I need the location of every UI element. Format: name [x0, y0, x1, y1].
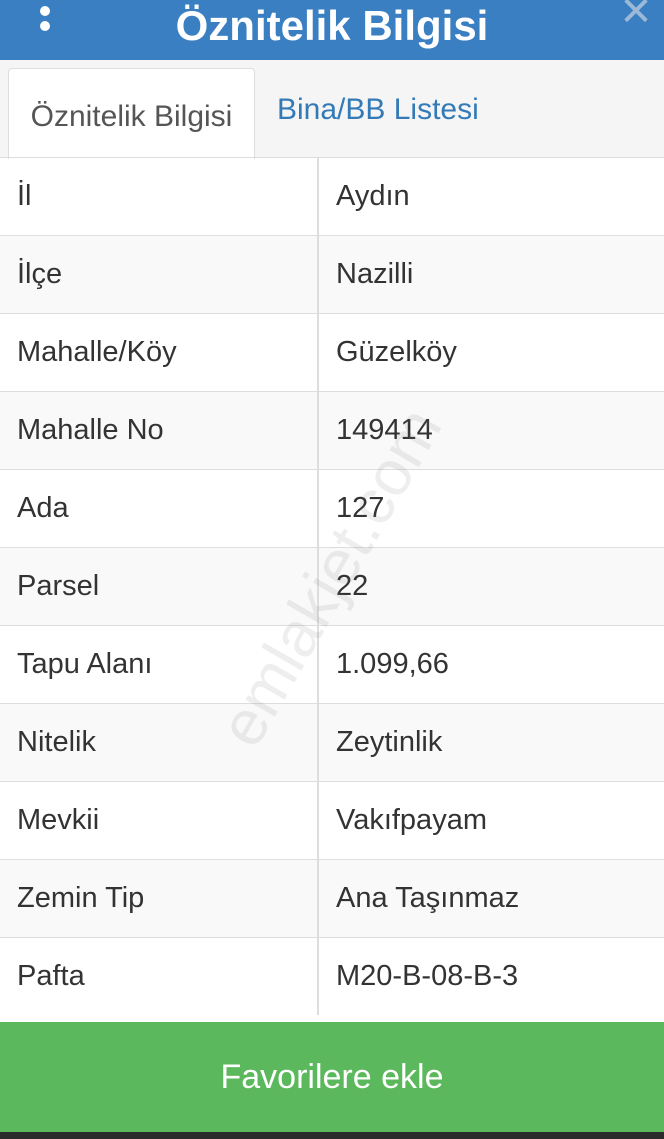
table-row: Parsel 22	[0, 547, 664, 626]
row-value: M20-B-08-B-3	[318, 937, 664, 1015]
row-key: İlçe	[0, 235, 319, 314]
table-row: Zemin Tip Ana Taşınmaz	[0, 859, 664, 938]
row-key: Pafta	[0, 937, 319, 1015]
row-value: Nazilli	[318, 235, 664, 314]
row-value: Güzelköy	[318, 313, 664, 392]
row-key: Tapu Alanı	[0, 625, 319, 704]
close-icon[interactable]: ✕	[618, 0, 654, 32]
row-value: 149414	[318, 391, 664, 470]
table-row: Mahalle No 149414	[0, 391, 664, 470]
attribute-table: İl Aydın İlçe Nazilli Mahalle/Köy Güzelköy …	[0, 157, 664, 1015]
table-row: Ada 127	[0, 469, 664, 548]
row-key: Mahalle/Köy	[0, 313, 319, 392]
table-row: Pafta M20-B-08-B-3	[0, 937, 664, 1015]
row-key: Nitelik	[0, 703, 319, 782]
app-header: Öznitelik Bilgisi ✕	[0, 0, 664, 60]
row-key: Ada	[0, 469, 319, 548]
add-to-favorites-button[interactable]: Favorilere ekle	[0, 1022, 664, 1132]
page-title: Öznitelik Bilgisi	[175, 2, 489, 49]
row-value: 1.099,66	[318, 625, 664, 704]
row-value: Ana Taşınmaz	[318, 859, 664, 938]
row-key: Mevkii	[0, 781, 319, 860]
row-value: Zeytinlik	[318, 703, 664, 782]
table-row: Mahalle/Köy Güzelköy	[0, 313, 664, 392]
table-row: Tapu Alanı 1.099,66	[0, 625, 664, 704]
table-row: İl Aydın	[0, 157, 664, 236]
table-row: Nitelik Zeytinlik	[0, 703, 664, 782]
table-row: İlçe Nazilli	[0, 235, 664, 314]
row-value: Aydın	[318, 157, 664, 236]
row-value: 127	[318, 469, 664, 548]
row-key: Zemin Tip	[0, 859, 319, 938]
table-row: Mevkii Vakıfpayam	[0, 781, 664, 860]
tab-label: Öznitelik Bilgisi	[30, 100, 233, 133]
row-value: Vakıfpayam	[318, 781, 664, 860]
row-value: 22	[318, 547, 664, 626]
row-key: Mahalle No	[0, 391, 319, 470]
row-key: Parsel	[0, 547, 319, 626]
tab-building-list[interactable]: Bina/BB Listesi	[277, 90, 479, 130]
background-strip	[0, 1132, 664, 1139]
tab-attribute-info[interactable]: Öznitelik Bilgisi	[8, 68, 255, 159]
row-key: İl	[0, 157, 319, 236]
